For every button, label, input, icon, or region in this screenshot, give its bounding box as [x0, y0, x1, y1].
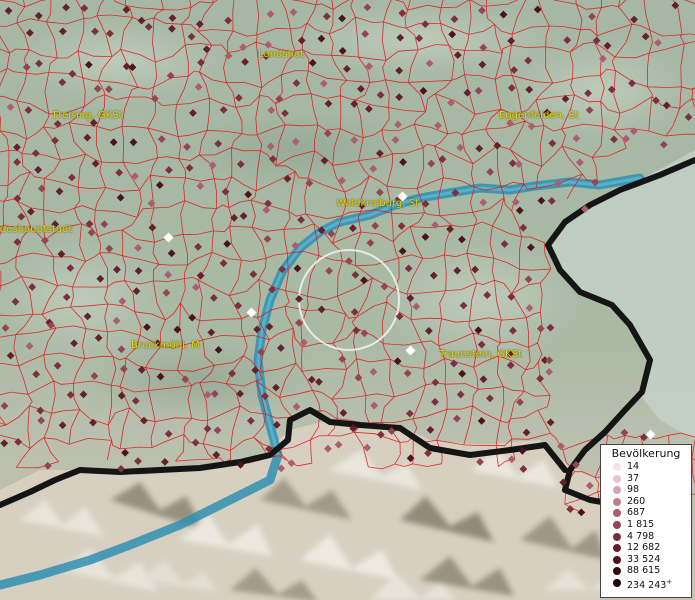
legend-item: 98 — [601, 484, 691, 496]
legend-label: 687 — [627, 507, 646, 519]
legend-item: 1 815 — [601, 519, 691, 531]
legend-label: 234 243+ — [627, 577, 673, 592]
legend-label: 260 — [627, 495, 646, 507]
legend-swatch — [613, 497, 621, 506]
legend-item: 4 798 — [601, 531, 691, 543]
legend-swatch — [613, 474, 621, 483]
legend-label: 37 — [627, 472, 640, 484]
legend-swatch — [613, 578, 621, 587]
legend-title: Bevölkerung — [611, 447, 681, 460]
legend-swatch — [613, 555, 621, 564]
legend-swatch — [613, 509, 621, 518]
legend-item: 260 — [601, 496, 691, 508]
legend-item: 37 — [601, 473, 691, 485]
population-map[interactable] — [0, 0, 695, 600]
legend-swatch — [613, 544, 621, 553]
legend-item: 687 — [601, 507, 691, 519]
legend-swatch — [613, 463, 621, 471]
population-legend: Bevölkerung 14 37 98 260 687 1 815 4 798 12 682… — [600, 444, 692, 598]
legend-swatch — [613, 532, 621, 541]
legend-label: 12 682 — [627, 542, 661, 554]
legend-item: 234 243+ — [601, 577, 691, 592]
legend-label: 88 615 — [627, 565, 661, 577]
legend-item: 12 682 — [601, 542, 691, 554]
legend-label: 33 524 — [627, 553, 661, 565]
legend-item: 88 615 — [601, 565, 691, 577]
legend-swatch — [613, 486, 621, 495]
legend-label: 14 — [627, 461, 640, 472]
legend-plus: + — [666, 577, 673, 586]
legend-items: 14 37 98 260 687 1 815 4 798 12 682 33 524 88 615… — [601, 461, 691, 592]
legend-swatch — [613, 567, 621, 576]
legend-item: 14 — [601, 461, 691, 473]
legend-swatch — [613, 520, 621, 529]
legend-label: 98 — [627, 484, 640, 496]
legend-label: 4 798 — [627, 530, 655, 542]
legend-label: 1 815 — [627, 518, 655, 530]
legend-item: 33 524 — [601, 554, 691, 566]
